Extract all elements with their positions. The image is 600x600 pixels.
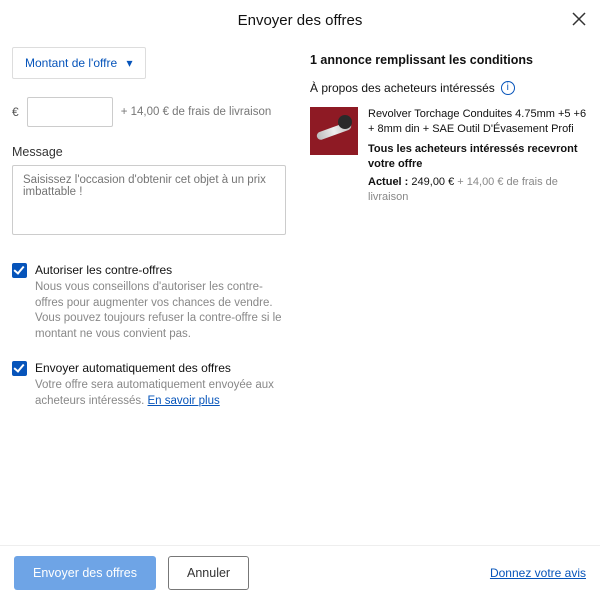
auto-send-row: Envoyer automatiquement des offres Votre… xyxy=(12,360,286,409)
price-row: € + 14,00 € de frais de livraison xyxy=(12,97,286,127)
about-buyers-row: À propos des acheteurs intéressés i xyxy=(310,81,588,95)
send-offers-button[interactable]: Envoyer des offres xyxy=(14,556,156,590)
right-panel: 1 annonce remplissant les conditions À p… xyxy=(300,47,588,545)
modal-footer: Envoyer des offres Annuler Donnez votre … xyxy=(0,545,600,600)
listing-text: Revolver Torchage Conduites 4.75mm +5 +6… xyxy=(368,107,588,205)
allow-counter-offers-title: Autoriser les contre-offres xyxy=(35,262,286,278)
modal-body: Montant de l'offre ▾ € + 14,00 € de frai… xyxy=(0,37,600,545)
message-textarea[interactable] xyxy=(12,165,286,235)
offer-amount-input[interactable] xyxy=(27,97,113,127)
info-icon[interactable]: i xyxy=(501,81,515,95)
offer-amount-dropdown-label: Montant de l'offre xyxy=(25,56,117,70)
offer-amount-dropdown[interactable]: Montant de l'offre ▾ xyxy=(12,47,146,79)
currency-symbol: € xyxy=(12,105,19,119)
allow-counter-offers-text: Autoriser les contre-offres Nous vous co… xyxy=(35,262,286,342)
left-panel: Montant de l'offre ▾ € + 14,00 € de frai… xyxy=(12,47,300,545)
close-icon xyxy=(570,10,588,28)
learn-more-link[interactable]: En savoir plus xyxy=(148,395,220,407)
chevron-down-icon: ▾ xyxy=(126,56,132,70)
shipping-suffix: + 14,00 € de frais de livraison xyxy=(121,106,272,118)
auto-send-title: Envoyer automatiquement des offres xyxy=(35,360,286,376)
allow-counter-offers-desc: Nous vous conseillons d'autoriser les co… xyxy=(35,280,286,342)
allow-counter-offers-checkbox[interactable] xyxy=(12,263,27,278)
close-button[interactable] xyxy=(570,10,588,28)
listing-notice: Tous les acheteurs intéressés recevront … xyxy=(368,142,588,173)
eligible-count-heading: 1 annonce remplissant les conditions xyxy=(310,53,588,67)
cancel-button[interactable]: Annuler xyxy=(168,556,249,590)
listing-price-value: 249,00 € xyxy=(411,176,454,188)
modal-title: Envoyer des offres xyxy=(238,12,363,29)
listing-price-label: Actuel : xyxy=(368,176,408,188)
listing-title: Revolver Torchage Conduites 4.75mm +5 +6… xyxy=(368,107,588,138)
listing-row: Revolver Torchage Conduites 4.75mm +5 +6… xyxy=(310,107,588,205)
modal-header: Envoyer des offres xyxy=(0,0,600,37)
feedback-link[interactable]: Donnez votre avis xyxy=(490,566,586,580)
listing-thumbnail xyxy=(310,107,358,155)
auto-send-checkbox[interactable] xyxy=(12,361,27,376)
allow-counter-offers-row: Autoriser les contre-offres Nous vous co… xyxy=(12,262,286,342)
message-label: Message xyxy=(12,145,286,159)
auto-send-text: Envoyer automatiquement des offres Votre… xyxy=(35,360,286,409)
send-offers-modal: Envoyer des offres Montant de l'offre ▾ … xyxy=(0,0,600,600)
listing-price: Actuel : 249,00 € + 14,00 € de frais de … xyxy=(368,175,588,206)
auto-send-desc: Votre offre sera automatiquement envoyée… xyxy=(35,378,286,409)
about-buyers-label: À propos des acheteurs intéressés xyxy=(310,81,495,95)
